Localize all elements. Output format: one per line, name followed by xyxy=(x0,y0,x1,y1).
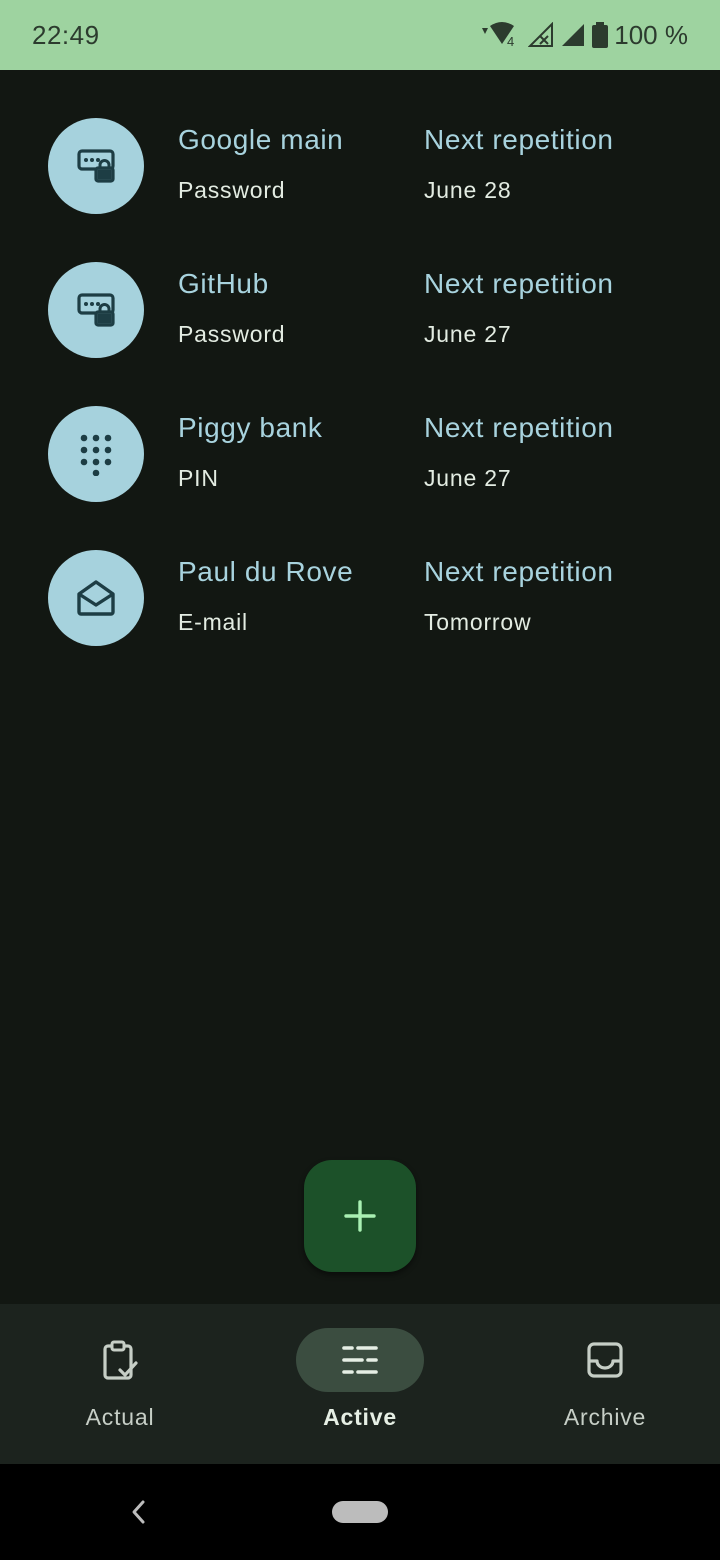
dialpad-icon xyxy=(80,434,112,476)
nav-item-actual[interactable]: Actual xyxy=(0,1304,240,1464)
next-repetition-label: Next repetition xyxy=(424,556,614,587)
item-title: Google main xyxy=(178,124,344,155)
list-icon xyxy=(342,1346,378,1374)
system-navigation-bar xyxy=(0,1464,720,1560)
avatar xyxy=(48,262,144,358)
signal-icon xyxy=(562,24,585,46)
item-type: E-mail xyxy=(178,609,248,635)
item-type: Password xyxy=(178,177,286,203)
status-icons: 4 100 % xyxy=(480,20,688,51)
list-item[interactable]: Google main Password Next repetition Jun… xyxy=(0,70,720,214)
plus-icon xyxy=(344,1200,376,1232)
nav-indicator-active xyxy=(296,1328,424,1392)
item-type: Password xyxy=(178,321,286,347)
back-icon[interactable] xyxy=(126,1496,150,1528)
signal-off-icon xyxy=(528,22,554,47)
svg-text:4: 4 xyxy=(507,34,514,48)
avatar xyxy=(48,118,144,214)
battery-icon xyxy=(592,22,609,48)
inbox-icon xyxy=(587,1342,623,1378)
nav-item-archive[interactable]: Archive xyxy=(485,1304,720,1464)
status-time: 22:49 xyxy=(32,19,100,50)
list-item[interactable]: Paul du Rove E-mail Next repetition Tomo… xyxy=(0,502,720,646)
next-repetition-label: Next repetition xyxy=(424,268,614,299)
nav-label: Archive xyxy=(563,1404,647,1430)
list-item[interactable]: Piggy bank PIN Next repetition June 27 xyxy=(0,358,720,502)
item-type: PIN xyxy=(178,465,219,491)
password-lock-icon xyxy=(77,293,115,327)
item-title: GitHub xyxy=(178,268,269,299)
nav-indicator xyxy=(541,1328,669,1392)
email-icon xyxy=(77,580,115,616)
item-title: Paul du Rove xyxy=(178,556,354,587)
battery-percentage: 100 % xyxy=(614,19,688,50)
list-item[interactable]: GitHub Password Next repetition June 27 xyxy=(0,214,720,358)
next-repetition-date: June 27 xyxy=(424,465,512,491)
status-bar: 22:49 4 100 % xyxy=(0,0,720,70)
password-lock-icon xyxy=(77,149,115,183)
next-repetition-date: June 28 xyxy=(424,177,512,203)
add-button[interactable] xyxy=(304,1160,416,1272)
nav-label: Actual xyxy=(85,1404,155,1430)
avatar xyxy=(48,406,144,502)
item-title: Piggy bank xyxy=(178,412,323,443)
avatar xyxy=(48,550,144,646)
nav-indicator xyxy=(56,1328,184,1392)
home-pill[interactable] xyxy=(332,1501,388,1523)
wifi-icon: 4 xyxy=(482,22,515,48)
next-repetition-date: June 27 xyxy=(424,321,512,347)
next-repetition-label: Next repetition xyxy=(424,124,614,155)
nav-item-active[interactable]: Active xyxy=(240,1304,480,1464)
next-repetition-date: Tomorrow xyxy=(424,609,532,635)
next-repetition-label: Next repetition xyxy=(424,412,614,443)
bottom-navigation: Actual Active Archive xyxy=(0,1304,720,1464)
clipboard-check-icon xyxy=(103,1340,138,1380)
nav-label: Active xyxy=(323,1404,397,1430)
